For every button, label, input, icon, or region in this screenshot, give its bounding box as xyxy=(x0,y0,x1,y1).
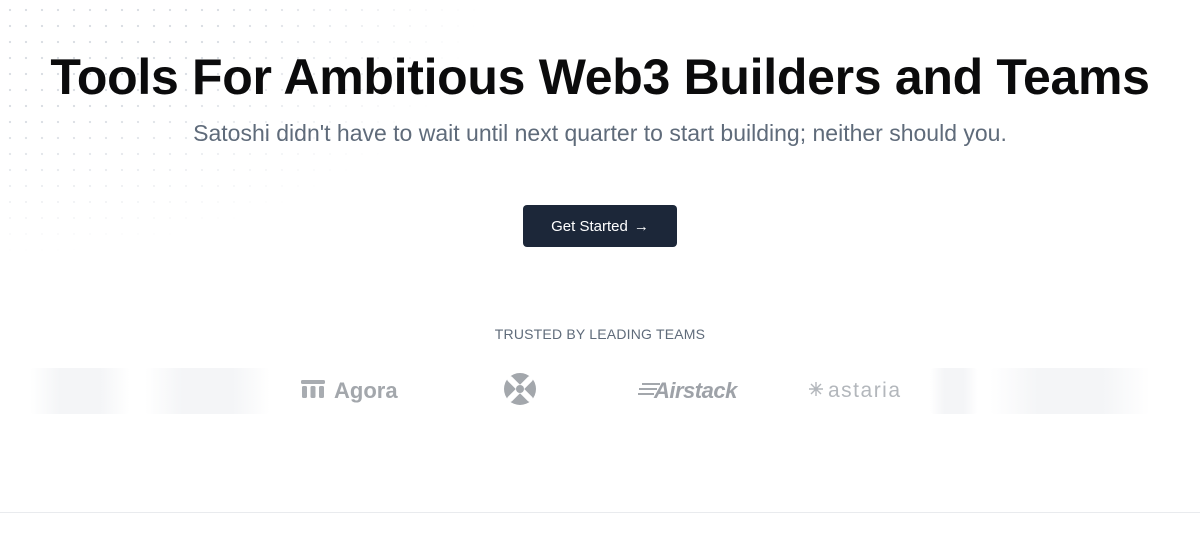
x-circle-logo xyxy=(502,366,538,416)
hero-title: Tools For Ambitious Web3 Builders and Te… xyxy=(50,49,1150,105)
agora-logo-text: Agora xyxy=(334,378,398,403)
airstack-logo-text: Airstack xyxy=(654,378,737,403)
hero-section: Tools For Ambitious Web3 Builders and Te… xyxy=(0,0,1200,247)
airstack-logo: Airstack xyxy=(636,366,737,416)
logo-strip: Agora Airstack astaria xyxy=(0,366,1200,416)
astaria-logo-text: astaria xyxy=(828,379,902,402)
x-circle-logo-icon xyxy=(502,371,538,412)
agora-logo-icon xyxy=(300,378,326,405)
astaria-star-icon xyxy=(808,381,824,402)
astaria-logo: astaria xyxy=(808,366,902,416)
hero-subtitle: Satoshi didn't have to wait until next q… xyxy=(193,120,1007,146)
section-divider xyxy=(0,512,1200,513)
get-started-button[interactable]: Get Started → xyxy=(523,205,677,247)
faded-logo-placeholder xyxy=(990,368,1150,414)
faded-logo-placeholder xyxy=(30,368,130,414)
faded-logo-placeholder xyxy=(930,368,978,414)
get-started-label: Get Started xyxy=(551,217,628,235)
faded-logo-placeholder xyxy=(145,368,270,414)
agora-logo: Agora xyxy=(300,366,398,416)
arrow-right-icon: → xyxy=(633,217,649,235)
trusted-by-label: TRUSTED BY LEADING TEAMS xyxy=(494,326,706,342)
